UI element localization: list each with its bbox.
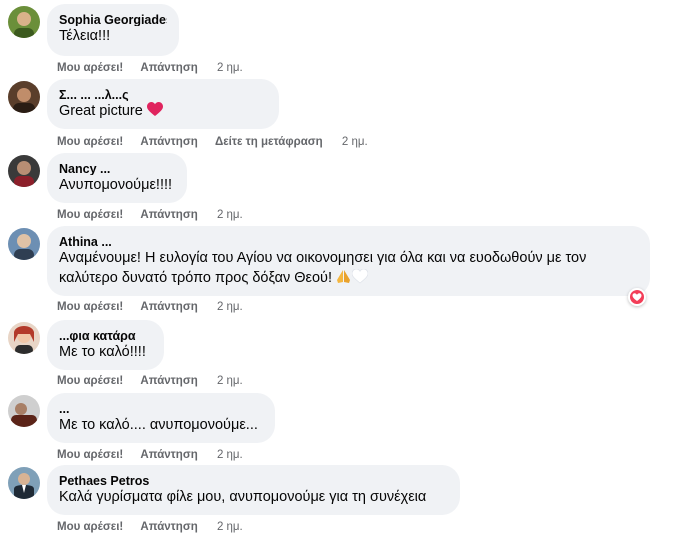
user-avatar-icon[interactable] xyxy=(8,395,40,427)
comment-actions: Μου αρέσει! Απάντηση 2 ημ. xyxy=(57,448,243,462)
like-link[interactable]: Μου αρέσει! xyxy=(57,375,123,387)
comment-actions: Μου αρέσει! Απάντηση 2 ημ. xyxy=(57,374,243,388)
user-avatar-icon[interactable] xyxy=(8,467,40,499)
reply-link[interactable]: Απάντηση xyxy=(140,301,197,313)
love-reaction-icon[interactable] xyxy=(628,288,646,306)
reply-link[interactable]: Απάντηση xyxy=(140,521,197,533)
comment-text: Ανυπομονούμε!!!! xyxy=(59,177,173,193)
comment-bubble: Σ... ... ...λ...ς Great picture xyxy=(47,79,279,129)
comment-time[interactable]: 2 ημ. xyxy=(342,136,368,148)
comment-time[interactable]: 2 ημ. xyxy=(217,62,243,74)
comment-author[interactable]: Athina ... xyxy=(59,234,638,248)
heart-icon xyxy=(146,102,163,123)
like-link[interactable]: Μου αρέσει! xyxy=(57,209,123,221)
like-link[interactable]: Μου αρέσει! xyxy=(57,301,123,313)
comment-time[interactable]: 2 ημ. xyxy=(217,521,243,533)
comment-author[interactable]: Sophia Georgiades xyxy=(59,12,167,26)
comment-author[interactable]: Σ... ... ...λ...ς xyxy=(59,87,267,101)
comment-bubble: ...φια κατάρα Με το καλό!!!! xyxy=(47,320,164,370)
comment-time[interactable]: 2 ημ. xyxy=(217,375,243,387)
comment-time[interactable]: 2 ημ. xyxy=(217,301,243,313)
reply-link[interactable]: Απάντηση xyxy=(140,375,197,387)
like-link[interactable]: Μου αρέσει! xyxy=(57,449,123,461)
comment-time[interactable]: 2 ημ. xyxy=(217,209,243,221)
comment-actions: Μου αρέσει! Απάντηση 2 ημ. xyxy=(57,61,243,75)
comment-author[interactable]: ... xyxy=(59,401,263,415)
comment-bubble: Sophia Georgiades Τέλεια!!! xyxy=(47,4,179,56)
comment-actions: Μου αρέσει! Απάντηση 2 ημ. xyxy=(57,300,243,314)
reply-link[interactable]: Απάντηση xyxy=(140,449,197,461)
comment-bubble: Pethaes Petros Καλά γυρίσματα φίλε μου, … xyxy=(47,465,460,515)
like-link[interactable]: Μου αρέσει! xyxy=(57,136,123,148)
praying-hands-icon xyxy=(336,269,351,290)
comment-text: Great picture xyxy=(59,101,267,123)
reply-link[interactable]: Απάντηση xyxy=(140,62,197,74)
reply-link[interactable]: Απάντηση xyxy=(140,136,197,148)
user-avatar-icon[interactable] xyxy=(8,155,40,187)
comment-text: Καλά γυρίσματα φίλε μου, ανυπομονούμε γι… xyxy=(59,489,427,505)
translate-link[interactable]: Δείτε τη μετάφραση xyxy=(215,136,323,148)
comments-feed: Sophia Georgiades Τέλεια!!! Μου αρέσει! … xyxy=(0,0,683,541)
like-link[interactable]: Μου αρέσει! xyxy=(57,521,123,533)
comment-actions: Μου αρέσει! Απάντηση 2 ημ. xyxy=(57,520,243,534)
user-avatar-icon[interactable] xyxy=(8,6,40,38)
user-avatar-icon[interactable] xyxy=(8,322,40,354)
comment-author[interactable]: ...φια κατάρα xyxy=(59,328,152,342)
comment-bubble: ... Με το καλό.... ανυπομονούμε... xyxy=(47,393,275,443)
comment-actions: Μου αρέσει! Απάντηση 2 ημ. xyxy=(57,208,243,222)
comment-text: Με το καλό.... ανυπομονούμε... xyxy=(59,417,258,433)
comment-bubble: Nancy ... Ανυπομονούμε!!!! xyxy=(47,153,187,203)
comment-author[interactable]: Pethaes Petros xyxy=(59,473,448,487)
comment-text: Αναμένουμε! Η ευλογία του Αγίου να οικον… xyxy=(59,248,638,290)
like-link[interactable]: Μου αρέσει! xyxy=(57,62,123,74)
comment-actions: Μου αρέσει! Απάντηση Δείτε τη μετάφραση … xyxy=(57,135,368,149)
white-heart-icon xyxy=(351,268,369,290)
comment-text: Τέλεια!!! xyxy=(59,28,111,44)
comment-time[interactable]: 2 ημ. xyxy=(217,449,243,461)
comment-bubble: Athina ... Αναμένουμε! Η ευλογία του Αγί… xyxy=(47,226,650,296)
reply-link[interactable]: Απάντηση xyxy=(140,209,197,221)
user-avatar-icon[interactable] xyxy=(8,81,40,113)
user-avatar-icon[interactable] xyxy=(8,228,40,260)
comment-author[interactable]: Nancy ... xyxy=(59,161,175,175)
comment-text: Με το καλό!!!! xyxy=(59,344,146,360)
